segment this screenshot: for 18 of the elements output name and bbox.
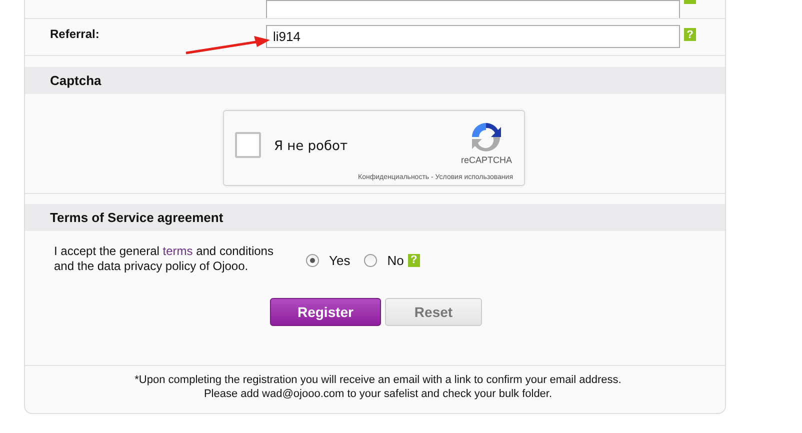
register-button[interactable]: Register (270, 298, 381, 326)
captcha-label: Я не робот (274, 139, 348, 155)
radio-label: Yes (329, 252, 350, 268)
referral-field[interactable]: li914 (266, 25, 680, 48)
reset-button[interactable]: Reset (385, 298, 482, 326)
section-title: Terms of Service agreement (50, 210, 224, 225)
radio-button[interactable] (306, 254, 319, 266)
footer-note: Please add wad@ojooo.com to your safelist and check your bulk folder. (204, 388, 552, 401)
captcha-brand: reCAPTCHA (460, 155, 512, 165)
agreement-text: I accept the general terms and conditions and the data privacy policy of Ojooo. (54, 244, 274, 275)
captcha-checkbox[interactable] (235, 132, 261, 158)
radio-button[interactable] (364, 254, 378, 266)
recaptcha-logo-icon (470, 121, 502, 153)
terms-link[interactable]: terms (162, 244, 193, 258)
section-title: Captcha (50, 73, 102, 88)
field-label: Referral: (49, 26, 100, 41)
footer-note: *Upon completing the registration you will receive an email with a link to confirm your email address. (134, 374, 622, 387)
radio-label: No (387, 252, 404, 268)
